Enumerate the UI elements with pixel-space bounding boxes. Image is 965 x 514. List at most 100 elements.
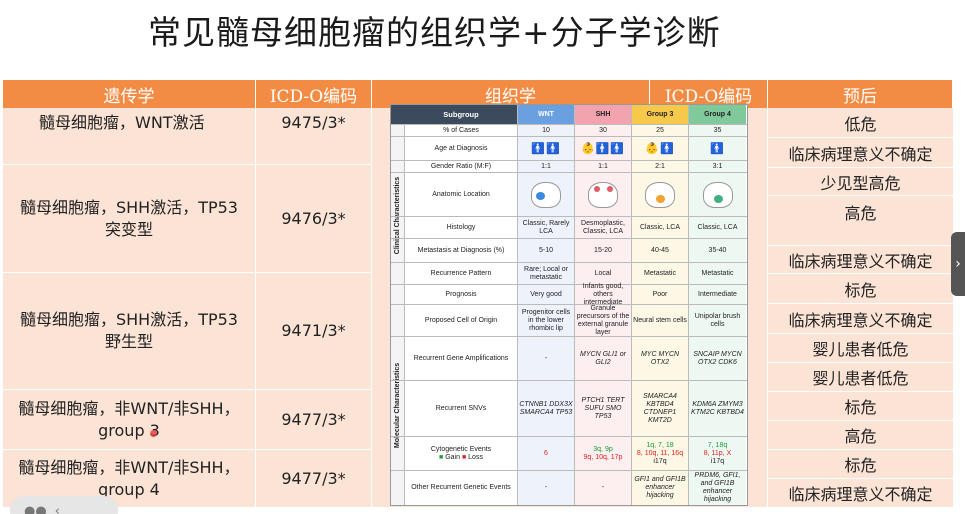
header-prognosis: 预后 (768, 80, 953, 108)
cell-wnt: Progenitor cells in the lower rhombic li… (518, 305, 575, 336)
prognosis-item: 临床病理意义不确定 (768, 304, 953, 334)
row-label: Anatomic Location (391, 173, 518, 216)
row-histology: Histology Classic, Rarely LCA Desmoplast… (391, 217, 747, 239)
row-gender: Gender Ratio (M:F) 1:1 1:1 2:1 3:1 (391, 161, 747, 173)
brain-group4-icon (689, 173, 746, 216)
cell-wnt: - (518, 337, 575, 380)
icd-row-shh-tp53-wt: 9471/3* (256, 273, 372, 390)
row-label: Proposed Cell of Origin (391, 305, 518, 336)
person-icon: 🚹 (689, 137, 746, 160)
cell-wnt: Classic, Rarely LCA (518, 217, 575, 238)
cell-g3: 2:1 (632, 161, 689, 172)
genetics-row-group3: 髓母细胞瘤，非WNT/非SHH，group 3 (3, 390, 256, 450)
icd-row-wnt: 9475/3* (256, 108, 372, 165)
wnt-header: WNT (518, 105, 575, 124)
row-amplifications: Recurrent Gene Amplifications - MYCN GLI… (391, 337, 747, 381)
cell-g4: Metastatic (689, 263, 746, 284)
cell-wnt: 10 (518, 125, 575, 136)
gain-swatch-icon: ■ (439, 453, 444, 461)
cell-g4: Intermediate (689, 285, 746, 304)
brain-group3-icon (632, 173, 689, 216)
genetics-row-shh-tp53-wt: 髓母细胞瘤，SHH激活，TP53野生型 (3, 273, 256, 390)
person-icon: 👶🚹 (632, 137, 689, 160)
toolbar-icon[interactable]: ●● (24, 504, 47, 514)
cell-shh: - (575, 471, 632, 505)
row-label: Recurrent Gene Amplifications (391, 337, 518, 380)
cell-shh: 1:1 (575, 161, 632, 172)
prognosis-item: 高危 (768, 421, 953, 450)
shh-header: SHH (575, 105, 632, 124)
prognosis-item: 婴儿患者低危 (768, 334, 953, 363)
row-label: Recurrence Pattern (391, 263, 518, 284)
cytogenetic-label: Cytogenetic Events (430, 445, 492, 453)
row-other: Other Recurrent Genetic Events - - GFI1 … (391, 471, 747, 505)
group3-header: Group 3 (632, 105, 689, 124)
toolbar[interactable]: ●● ‹ (10, 496, 118, 514)
row-cell-origin: Proposed Cell of Origin Progenitor cells… (391, 305, 747, 337)
cell-wnt: - (518, 471, 575, 505)
loss-text: 8, 11p, X (703, 449, 732, 457)
cell-g3: Neural stem cells (632, 305, 689, 336)
cursor-marker (150, 430, 157, 437)
gain-text: 7, 18q (707, 441, 728, 449)
cell-g3: Classic, LCA (632, 217, 689, 238)
prognosis-item: 标危 (768, 274, 953, 304)
cell-g4: Classic, LCA (689, 217, 746, 238)
row-recurrence: Recurrence Pattern Rare; Local or metast… (391, 263, 747, 285)
prognosis-item: 临床病理意义不确定 (768, 479, 953, 508)
chevron-right-icon: › (955, 256, 961, 272)
row-anatomic: Anatomic Location (391, 173, 747, 217)
chevron-left-icon[interactable]: ‹ (55, 504, 60, 514)
cell-wnt: 5-10 (518, 239, 575, 262)
prognosis-item: 高危 (768, 196, 953, 246)
cell-g3: Poor (632, 285, 689, 304)
row-cytogenetic: Cytogenetic Events ■ Gain ■ Loss 6 3q, 9… (391, 437, 747, 471)
row-snvs: Recurrent SNVs CTNNB1 DDX3X SMARCA4 TP53… (391, 381, 747, 437)
cell-g3: MYC MYCN OTX2 (632, 337, 689, 380)
row-label: % of Cases (391, 125, 518, 136)
prognosis-item: 少见型高危 (768, 168, 953, 196)
group4-header: Group 4 (689, 105, 746, 124)
subgroup-header: Subgroup (391, 105, 518, 124)
cell-g4: SNCAIP MYCN OTX2 CDK6 (689, 337, 746, 380)
cell-g4: 35 (689, 125, 746, 136)
prognosis-item: 标危 (768, 392, 953, 421)
cell-g3: 1q, 7, 18 8, 10q, 11, 16q i17q (632, 437, 689, 470)
genetics-row-wnt: 髓母细胞瘤，WNT激活 (3, 108, 256, 165)
cell-wnt: Rare; Local or metastatic (518, 263, 575, 284)
cell-shh: MYCN GLI1 or GLI2 (575, 337, 632, 380)
header-genetics: 遗传学 (3, 80, 256, 108)
gain-legend-label: Gain (445, 453, 461, 461)
isochrome-text: i17q (710, 457, 725, 465)
cell-wnt: 6 (518, 437, 575, 470)
row-label: Recurrent SNVs (391, 381, 518, 436)
cell-shh: Granule precursors of the external granu… (575, 305, 632, 336)
cell-shh: 15-20 (575, 239, 632, 262)
page-title: 常见髓母细胞瘤的组织学+分子学诊断 (148, 13, 721, 52)
cell-g3: 40-45 (632, 239, 689, 262)
prognosis-item: 婴儿患者低危 (768, 363, 953, 392)
cell-g4: 3:1 (689, 161, 746, 172)
cell-g3: GFI1 and GFI1B enhancer hijacking (632, 471, 689, 505)
row-label: Gender Ratio (M:F) (391, 161, 518, 172)
gain-loss-legend: ■ Gain ■ Loss (439, 454, 483, 462)
subgroup-header-row: Subgroup WNT SHH Group 3 Group 4 (391, 105, 747, 125)
cell-g4: 35-40 (689, 239, 746, 262)
gain-text: 3q, 9p (593, 445, 613, 453)
loss-legend-label: Loss (468, 453, 483, 461)
isochrome-text: i17q (653, 457, 667, 465)
loss-swatch-icon: ■ (461, 453, 467, 461)
cell-g3: 25 (632, 125, 689, 136)
gain-text: 1q, 7, 18 (646, 441, 674, 449)
prognosis-item: 临床病理意义不确定 (768, 246, 953, 274)
loss-text: 8, 10q, 11, 16q (636, 449, 684, 457)
icd-row-shh-tp53-mut: 9476/3* (256, 165, 372, 273)
cell-g3: Metastatic (632, 263, 689, 284)
loss-text: 9q, 10q, 17p (583, 453, 623, 461)
row-label: Other Recurrent Genetic Events (391, 471, 518, 505)
row-label: Cytogenetic Events ■ Gain ■ Loss (391, 437, 518, 470)
next-slide-button[interactable]: › (951, 232, 965, 296)
prognosis-item: 临床病理意义不确定 (768, 138, 953, 168)
cell-g4: PRDM6, GFI1, and GFI1B enhancer hijackin… (689, 471, 746, 505)
row-prognosis: Prognosis Very good Infants good, others… (391, 283, 747, 306)
